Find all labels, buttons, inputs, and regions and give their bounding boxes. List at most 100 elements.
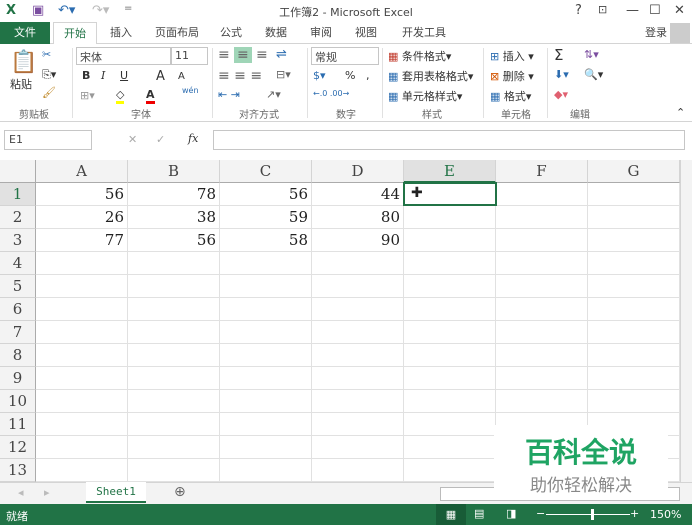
- next-sheet-icon[interactable]: ▸: [44, 486, 50, 499]
- cell-F10[interactable]: [496, 390, 588, 413]
- paste-button[interactable]: 粘贴: [10, 76, 32, 92]
- cell-B13[interactable]: [128, 459, 220, 482]
- format-as-table-button[interactable]: ▦ 套用表格格式▾: [388, 68, 473, 84]
- cell-D7[interactable]: [312, 321, 404, 344]
- zoom-level[interactable]: 150%: [650, 508, 681, 521]
- orientation-icon[interactable]: ↗▾: [266, 88, 281, 101]
- align-top-icon[interactable]: ≡: [218, 47, 230, 63]
- sheet-tab-sheet1[interactable]: Sheet1: [86, 482, 146, 503]
- row-header-8[interactable]: 8: [0, 344, 36, 367]
- tab-file[interactable]: 文件: [0, 22, 50, 44]
- autosum-button[interactable]: Σ: [554, 46, 563, 64]
- cell-D13[interactable]: [312, 459, 404, 482]
- row-header-2[interactable]: 2: [0, 206, 36, 229]
- cell-A13[interactable]: [36, 459, 128, 482]
- vertical-scrollbar[interactable]: [680, 160, 692, 482]
- row-header-12[interactable]: 12: [0, 436, 36, 459]
- italic-button[interactable]: I: [101, 69, 105, 82]
- align-left-icon[interactable]: ≡ ≡ ≡: [218, 68, 262, 84]
- insert-function-button[interactable]: fx: [188, 132, 198, 145]
- align-middle-icon[interactable]: ≡: [234, 47, 252, 63]
- cell-A2[interactable]: 26: [36, 206, 128, 229]
- cell-F9[interactable]: [496, 367, 588, 390]
- collapse-ribbon-icon[interactable]: ⌃: [676, 106, 685, 119]
- cell-A11[interactable]: [36, 413, 128, 436]
- fill-color-icon[interactable]: ◇: [116, 88, 125, 104]
- cell-C5[interactable]: [220, 275, 312, 298]
- cell-C10[interactable]: [220, 390, 312, 413]
- bold-button[interactable]: B: [82, 69, 90, 82]
- find-select-icon[interactable]: 🔍▾: [584, 68, 603, 81]
- cell-F3[interactable]: [496, 229, 588, 252]
- cell-E3[interactable]: [404, 229, 496, 252]
- cell-D5[interactable]: [312, 275, 404, 298]
- cell-C1[interactable]: 56: [220, 183, 312, 206]
- zoom-slider[interactable]: [546, 514, 630, 515]
- select-all-button[interactable]: [0, 160, 36, 183]
- cell-F8[interactable]: [496, 344, 588, 367]
- underline-button[interactable]: U: [120, 69, 128, 82]
- row-header-5[interactable]: 5: [0, 275, 36, 298]
- cell-A10[interactable]: [36, 390, 128, 413]
- paste-icon[interactable]: 📋: [10, 50, 37, 75]
- phonetic-icon[interactable]: wén: [182, 86, 199, 95]
- tab-view[interactable]: 视图: [345, 22, 387, 44]
- cell-G6[interactable]: [588, 298, 680, 321]
- font-color-icon[interactable]: A: [146, 88, 155, 104]
- cell-E2[interactable]: [404, 206, 496, 229]
- cell-C11[interactable]: [220, 413, 312, 436]
- page-layout-view-icon[interactable]: ▤: [474, 507, 484, 520]
- normal-view-icon[interactable]: ▦: [436, 504, 466, 525]
- font-size-select[interactable]: 11: [171, 47, 208, 65]
- clear-icon[interactable]: ◆▾: [554, 88, 568, 101]
- prev-sheet-icon[interactable]: ◂: [18, 486, 24, 499]
- font-name-select[interactable]: 宋体: [76, 47, 171, 65]
- decimal-icon[interactable]: ←.0 .00→: [313, 89, 349, 98]
- cut-icon[interactable]: ✂: [42, 48, 51, 61]
- tab-insert[interactable]: 插入: [100, 22, 142, 44]
- cell-B1[interactable]: 78: [128, 183, 220, 206]
- row-header-3[interactable]: 3: [0, 229, 36, 252]
- cell-D4[interactable]: [312, 252, 404, 275]
- cell-D11[interactable]: [312, 413, 404, 436]
- cell-B6[interactable]: [128, 298, 220, 321]
- cell-B9[interactable]: [128, 367, 220, 390]
- maximize-button[interactable]: ☐: [649, 3, 661, 18]
- align-bottom-icon[interactable]: ≡: [256, 47, 268, 63]
- enter-icon[interactable]: ✓: [156, 133, 165, 146]
- row-header-7[interactable]: 7: [0, 321, 36, 344]
- cell-C13[interactable]: [220, 459, 312, 482]
- cell-G5[interactable]: [588, 275, 680, 298]
- cell-E11[interactable]: [404, 413, 496, 436]
- cell-B7[interactable]: [128, 321, 220, 344]
- format-cells-button[interactable]: ▦ 格式▾: [490, 88, 531, 104]
- row-header-6[interactable]: 6: [0, 298, 36, 321]
- cell-C4[interactable]: [220, 252, 312, 275]
- row-header-10[interactable]: 10: [0, 390, 36, 413]
- copy-icon[interactable]: ⎘▾: [42, 68, 56, 82]
- borders-icon[interactable]: ⊞▾: [80, 89, 95, 102]
- cell-G8[interactable]: [588, 344, 680, 367]
- cell-E4[interactable]: [404, 252, 496, 275]
- cell-A3[interactable]: 77: [36, 229, 128, 252]
- cell-A8[interactable]: [36, 344, 128, 367]
- cell-C7[interactable]: [220, 321, 312, 344]
- format-painter-icon[interactable]: 🖌: [42, 86, 56, 99]
- indent-icon[interactable]: ⇤ ⇥: [218, 88, 240, 101]
- tab-formulas[interactable]: 公式: [210, 22, 252, 44]
- add-sheet-icon[interactable]: ⊕: [174, 484, 186, 500]
- cell-D8[interactable]: [312, 344, 404, 367]
- cell-F1[interactable]: [496, 183, 588, 206]
- column-header-B[interactable]: B: [128, 160, 220, 183]
- cell-E12[interactable]: [404, 436, 496, 459]
- cell-E6[interactable]: [404, 298, 496, 321]
- formula-input[interactable]: [213, 130, 685, 150]
- cell-G2[interactable]: [588, 206, 680, 229]
- cell-C8[interactable]: [220, 344, 312, 367]
- cell-C3[interactable]: 58: [220, 229, 312, 252]
- page-break-view-icon[interactable]: ◨: [506, 507, 516, 520]
- insert-cells-button[interactable]: ⊞ 插入 ▾: [490, 48, 534, 64]
- row-header-9[interactable]: 9: [0, 367, 36, 390]
- row-header-13[interactable]: 13: [0, 459, 36, 482]
- sort-filter-icon[interactable]: ⇅▾: [584, 48, 599, 61]
